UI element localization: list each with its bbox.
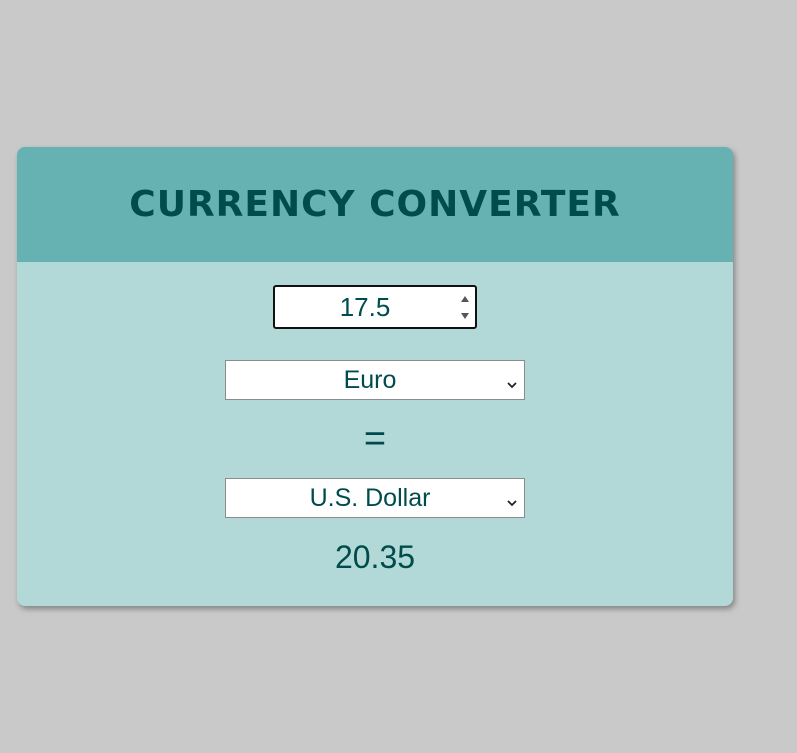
equals-sign: = xyxy=(363,418,387,460)
conversion-result: 20.35 xyxy=(334,539,416,575)
amount-spinner[interactable] xyxy=(459,292,471,322)
chevron-down-icon xyxy=(506,493,518,507)
chevron-down-icon xyxy=(506,375,518,389)
from-currency-select[interactable]: Euro xyxy=(225,360,525,400)
to-currency-value: U.S. Dollar xyxy=(309,484,431,512)
to-currency-select[interactable]: U.S. Dollar xyxy=(225,478,525,518)
spinner-up-icon[interactable] xyxy=(459,292,471,305)
amount-input[interactable] xyxy=(275,287,455,327)
amount-field[interactable] xyxy=(273,285,477,329)
card-header: CURRENCY CONVERTER xyxy=(17,147,733,262)
spinner-down-icon[interactable] xyxy=(459,309,471,322)
from-currency-value: Euro xyxy=(343,366,397,394)
app-title: CURRENCY CONVERTER xyxy=(129,184,621,225)
converter-card: CURRENCY CONVERTER Euro = U.S. Dollar 20… xyxy=(17,147,733,606)
